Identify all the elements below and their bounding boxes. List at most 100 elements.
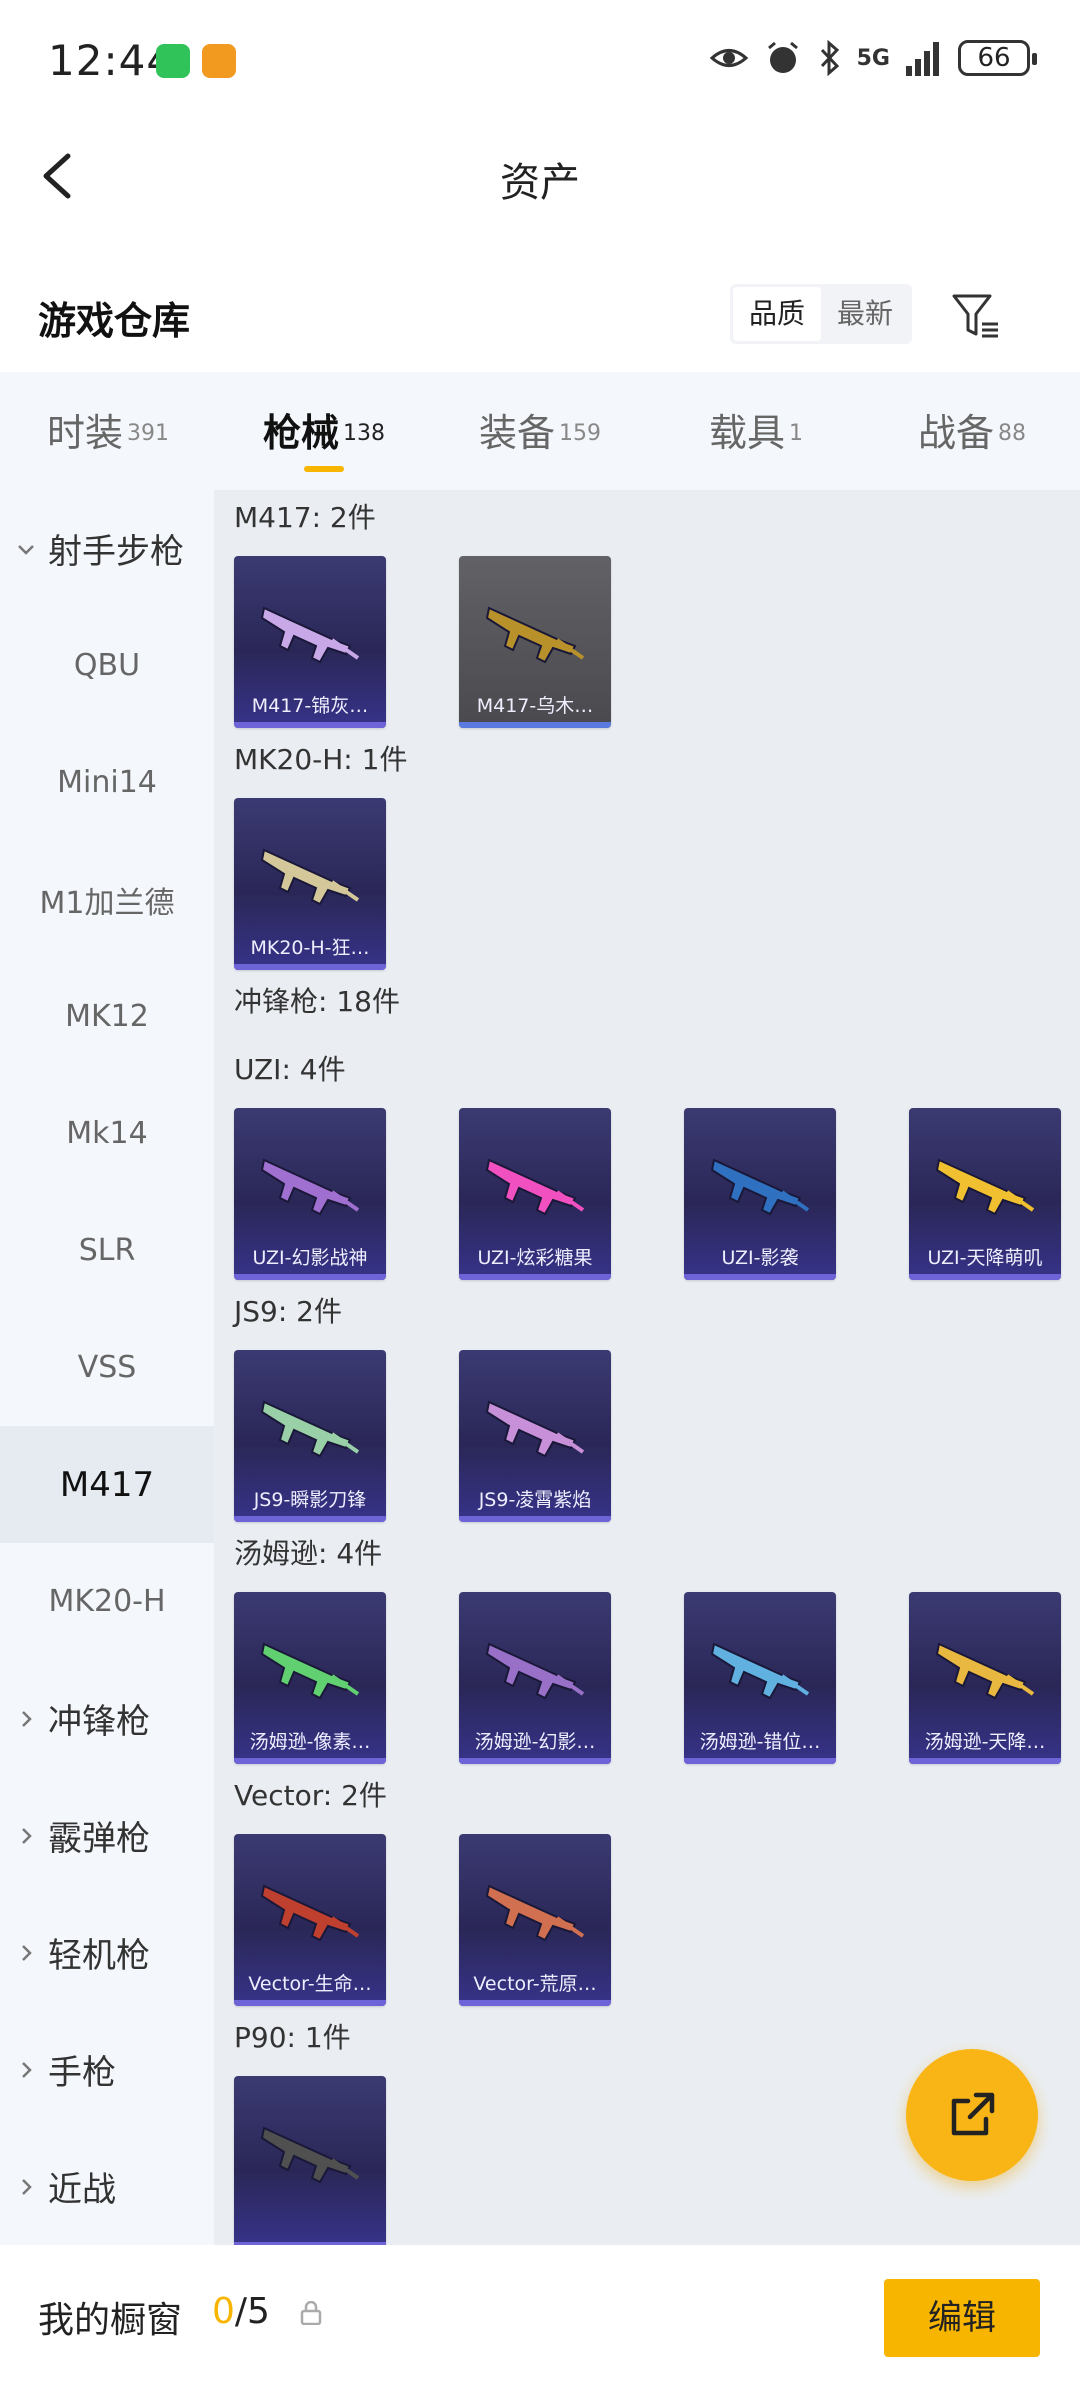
- chevron-right-icon: [22, 1827, 32, 1844]
- showcase-bar: 我的橱窗 0/5 编辑: [0, 2245, 1080, 2381]
- sidebar-item-label: MK12: [65, 999, 149, 1034]
- group-label: MK20-H: 1件: [234, 743, 408, 776]
- weapon-card-name: 汤姆逊-像素…: [249, 1731, 371, 1753]
- sidebar-item-label: M1加兰德: [39, 885, 175, 921]
- weapon-card[interactable]: MK20-H-狂…: [234, 798, 386, 970]
- page-title: 资产: [500, 160, 580, 206]
- weapon-image-icon: [485, 1642, 585, 1700]
- weapon-image-icon: [485, 1400, 585, 1458]
- sidebar-item[interactable]: M417: [0, 1426, 214, 1543]
- weapon-card[interactable]: UZI-天降萌叽: [909, 1108, 1061, 1280]
- nav-header: 资产: [0, 126, 1080, 226]
- section-title: 游戏仓库: [38, 299, 191, 343]
- weapon-card[interactable]: M417-锦灰…: [234, 556, 386, 728]
- weapon-card-name: UZI-影袭: [721, 1247, 799, 1269]
- tab-vehicles[interactable]: 载具 1: [648, 372, 864, 490]
- tab-combat-gear[interactable]: 战备 88: [864, 372, 1080, 490]
- filter-icon[interactable]: [950, 290, 1002, 342]
- sidebar-item-label: 近战: [48, 2170, 116, 2210]
- weapon-image-icon: [710, 1642, 810, 1700]
- chevron-down-icon: [18, 544, 34, 555]
- alarm-icon: [767, 41, 798, 73]
- sidebar-item-label: M417: [59, 1464, 155, 1505]
- sidebar-item[interactable]: Mk14: [0, 1075, 214, 1192]
- tab-count: 159: [559, 420, 601, 446]
- sidebar-item[interactable]: 轻机枪: [0, 1894, 214, 2011]
- weapon-card[interactable]: M417-乌木…: [459, 556, 611, 728]
- share-button[interactable]: [906, 2049, 1038, 2181]
- weapon-card[interactable]: 汤姆逊-像素…: [234, 1592, 386, 1764]
- sort-option-newest[interactable]: 最新: [821, 287, 909, 341]
- sidebar-item[interactable]: 手枪: [0, 2011, 214, 2128]
- tab-count: 138: [343, 420, 385, 446]
- section-header: 游戏仓库 品质 最新: [0, 260, 1080, 370]
- share-icon: [951, 2092, 995, 2136]
- weapon-card[interactable]: 汤姆逊-错位…: [684, 1592, 836, 1764]
- tab-count: 391: [127, 420, 169, 446]
- weapon-image-icon: [260, 1642, 360, 1700]
- network-label: 5G: [856, 45, 890, 71]
- sidebar-item[interactable]: SLR: [0, 1192, 214, 1309]
- sidebar-item[interactable]: 射手步枪: [0, 490, 214, 607]
- weapon-card[interactable]: 汤姆逊-天降…: [909, 1592, 1061, 1764]
- category-tabs: 时装 391 枪械 138 装备 159 载具 1 战备 88: [0, 372, 1080, 490]
- weapon-card[interactable]: [234, 2076, 386, 2245]
- lock-icon: [300, 2301, 322, 2325]
- sidebar-item-label: 霰弹枪: [48, 1819, 150, 1859]
- sidebar-item[interactable]: 冲锋枪: [0, 1660, 214, 1777]
- chevron-right-icon: [22, 2178, 32, 2195]
- sort-toggle: 品质 最新: [730, 284, 913, 344]
- weapon-card[interactable]: 汤姆逊-幻影…: [459, 1592, 611, 1764]
- weapon-image-icon: [260, 1158, 360, 1216]
- weapon-card[interactable]: UZI-影袭: [684, 1108, 836, 1280]
- status-bar: 12:44 5G 66: [0, 0, 1080, 126]
- weapon-image-icon: [710, 1158, 810, 1216]
- group-label: 冲锋枪: 18件: [234, 985, 400, 1018]
- chevron-right-icon: [22, 1710, 32, 1727]
- weapon-card-name: UZI-幻影战神: [252, 1247, 368, 1269]
- weapon-card[interactable]: UZI-幻影战神: [234, 1108, 386, 1280]
- sidebar-item[interactable]: 霰弹枪: [0, 1777, 214, 1894]
- weapon-card[interactable]: UZI-炫彩糖果: [459, 1108, 611, 1280]
- tab-equipment[interactable]: 装备 159: [432, 372, 648, 490]
- sidebar-item[interactable]: MK20-H: [0, 1543, 214, 1660]
- sidebar-item[interactable]: MK12: [0, 958, 214, 1075]
- weapon-card[interactable]: Vector-生命…: [234, 1834, 386, 2006]
- weapon-card-name: UZI-炫彩糖果: [477, 1247, 593, 1269]
- weapon-card[interactable]: Vector-荒原…: [459, 1834, 611, 2006]
- group-label: UZI: 4件: [234, 1053, 346, 1086]
- weapon-card[interactable]: JS9-凌霄紫焰: [459, 1350, 611, 1522]
- chevron-right-icon: [22, 1944, 32, 1961]
- tab-label: 枪械: [262, 411, 339, 455]
- sidebar-item[interactable]: 近战: [0, 2128, 214, 2245]
- tab-count: 1: [789, 420, 803, 446]
- sidebar-item[interactable]: QBU: [0, 607, 214, 724]
- sidebar-item-label: VSS: [77, 1350, 137, 1385]
- content-area: 射手步枪 QBU Mini14 M1加兰德 MK12 Mk14 SLR VSS M417 MK20…: [0, 490, 1080, 2245]
- sidebar-item-label: 射手步枪: [48, 532, 184, 572]
- weapon-card-name: UZI-天降萌叽: [927, 1247, 1043, 1269]
- sidebar-item[interactable]: VSS: [0, 1309, 214, 1426]
- weapon-card[interactable]: JS9-瞬影刀锋: [234, 1350, 386, 1522]
- tab-firearms[interactable]: 枪械 138: [216, 372, 432, 490]
- tab-fashion[interactable]: 时装 391: [0, 372, 216, 490]
- battery-level: 66: [977, 43, 1011, 73]
- weapon-image-icon: [260, 848, 360, 906]
- sidebar-item-label: SLR: [78, 1233, 136, 1268]
- weapon-card-name: M417-乌木…: [476, 695, 594, 717]
- weapon-card-name: JS9-凌霄紫焰: [478, 1489, 592, 1511]
- tab-count: 88: [998, 420, 1026, 446]
- weapon-image-icon: [485, 1884, 585, 1942]
- weapon-image-icon: [260, 606, 360, 664]
- sort-option-quality[interactable]: 品质: [733, 287, 822, 341]
- sidebar-item[interactable]: Mini14: [0, 724, 214, 841]
- bluetooth-icon: [820, 39, 839, 77]
- weapon-grid: M417: 2件 M417-锦灰… M417-乌木… MK20-H: 1件 MK20-H…: [214, 490, 1080, 2245]
- chevron-right-icon: [22, 2061, 32, 2078]
- edit-button[interactable]: 编辑: [884, 2279, 1040, 2357]
- weapon-image-icon: [260, 1400, 360, 1458]
- weapon-card-name: Vector-荒原…: [473, 1973, 597, 1995]
- weapon-card-name: MK20-H-狂…: [250, 937, 370, 959]
- group-label: M417: 2件: [234, 501, 376, 534]
- sidebar-item[interactable]: M1加兰德: [0, 841, 214, 958]
